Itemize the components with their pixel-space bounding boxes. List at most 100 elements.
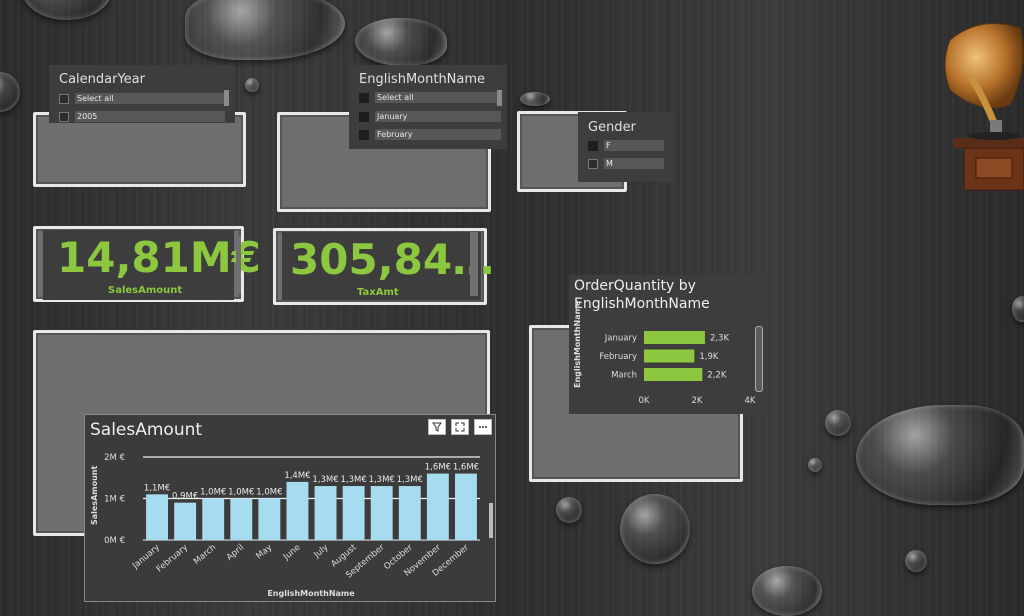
checkbox[interactable] bbox=[359, 92, 369, 103]
sales-amount-chart[interactable]: SalesAmount SalesAmount EnglishMonthName… bbox=[84, 414, 496, 602]
slicer-item-february[interactable]: February bbox=[359, 129, 505, 140]
slicer-item-2005[interactable]: 2005 bbox=[59, 111, 227, 122]
bar[interactable] bbox=[202, 498, 225, 541]
data-label: 1,1M€ bbox=[144, 483, 170, 493]
data-label: 1,0M€ bbox=[256, 488, 282, 498]
bar[interactable] bbox=[230, 498, 253, 541]
data-label: 1,3M€ bbox=[369, 475, 395, 485]
bar[interactable] bbox=[342, 486, 365, 540]
bar[interactable] bbox=[286, 481, 309, 540]
x-tick-label: June bbox=[281, 543, 302, 563]
slicer-item-label: Select all bbox=[377, 93, 414, 102]
water-drop bbox=[245, 78, 259, 92]
water-drop bbox=[808, 458, 822, 472]
slicer-item-label: Select all bbox=[77, 94, 114, 103]
bar[interactable] bbox=[146, 494, 168, 540]
scrollbar[interactable] bbox=[236, 236, 241, 294]
checkbox[interactable] bbox=[588, 140, 598, 151]
water-drop bbox=[905, 550, 927, 572]
data-label: 1,3M€ bbox=[340, 475, 366, 485]
checkbox[interactable] bbox=[59, 111, 69, 122]
month-slicer[interactable]: EnglishMonthName Select all January Febr… bbox=[349, 65, 507, 149]
bar[interactable] bbox=[426, 473, 449, 540]
x-tick-label: March bbox=[192, 543, 218, 567]
sales-amount-plot: SalesAmount EnglishMonthName 2M € 1M € 0M … bbox=[90, 453, 480, 598]
slicer-title: Gender bbox=[588, 120, 636, 135]
data-label: 2,3K bbox=[710, 334, 730, 344]
y-axis-title: SalesAmount bbox=[90, 465, 99, 525]
x-tick-label: 2K bbox=[692, 396, 703, 406]
kpi-card-sales-amount[interactable]: 14,81M€ SalesAmount bbox=[43, 230, 261, 300]
slicer-title: EnglishMonthName bbox=[359, 72, 486, 87]
slicer-item-f[interactable]: F bbox=[588, 140, 670, 151]
scrollbar[interactable] bbox=[755, 326, 763, 392]
bar[interactable] bbox=[644, 349, 695, 363]
kpi-label: TaxAmt bbox=[357, 287, 399, 298]
gender-slicer[interactable]: Gender F M bbox=[578, 112, 674, 182]
bar[interactable] bbox=[258, 498, 281, 541]
data-label: 1,0M€ bbox=[200, 488, 226, 498]
water-drop bbox=[752, 566, 822, 616]
scrollbar[interactable] bbox=[489, 503, 493, 538]
y-tick-label: 1M € bbox=[104, 495, 125, 505]
scrollbar[interactable] bbox=[470, 232, 478, 296]
x-tick-label: 0K bbox=[639, 396, 650, 406]
slicer-item-m[interactable]: M bbox=[588, 158, 670, 169]
scrollbar[interactable] bbox=[497, 90, 502, 106]
water-drop bbox=[0, 72, 20, 112]
y-tick-label: 2M € bbox=[104, 453, 125, 463]
kpi-label: SalesAmount bbox=[108, 285, 183, 296]
x-tick-label: April bbox=[225, 543, 246, 563]
calendar-year-slicer[interactable]: CalendarYear Select all 2005 bbox=[49, 65, 235, 123]
bar[interactable] bbox=[370, 486, 393, 540]
data-label: 1,4M€ bbox=[284, 471, 310, 481]
water-drop bbox=[22, 0, 112, 20]
slicer-title: CalendarYear bbox=[59, 72, 145, 87]
kpi-value: 14,81M€ bbox=[57, 233, 261, 282]
slicer-item-label: 2005 bbox=[77, 112, 98, 121]
slicer-item-select-all[interactable]: Select all bbox=[359, 92, 505, 103]
checkbox[interactable] bbox=[588, 158, 598, 169]
slicer-item-label: January bbox=[377, 112, 408, 121]
scrollbar[interactable] bbox=[224, 90, 229, 106]
water-drop bbox=[620, 494, 690, 564]
data-label: 1,0M€ bbox=[228, 488, 254, 498]
slicer-item-january[interactable]: January bbox=[359, 111, 505, 122]
data-label: 2,2K bbox=[707, 371, 727, 381]
x-tick-label: July bbox=[312, 543, 331, 561]
y-axis-title: EnglishMonthName bbox=[573, 300, 582, 388]
gramophone-image bbox=[944, 23, 1024, 191]
slicer-item-label: February bbox=[377, 130, 413, 139]
y-tick-label: 0M € bbox=[104, 536, 125, 546]
checkbox[interactable] bbox=[359, 129, 369, 140]
slicer-item-select-all[interactable]: Select all bbox=[59, 93, 227, 104]
bar[interactable] bbox=[398, 486, 421, 540]
x-tick-label: 4K bbox=[745, 396, 756, 406]
bar[interactable] bbox=[455, 473, 477, 540]
checkbox[interactable] bbox=[359, 111, 369, 122]
water-drop bbox=[185, 0, 345, 60]
checkbox[interactable] bbox=[59, 93, 69, 104]
bar[interactable] bbox=[644, 331, 705, 344]
data-label: 1,6M€ bbox=[425, 463, 451, 473]
bar[interactable] bbox=[174, 502, 197, 540]
category-label: March bbox=[611, 371, 637, 381]
water-drop bbox=[355, 18, 447, 66]
visual-frame bbox=[33, 112, 246, 187]
data-label: 1,3M€ bbox=[312, 475, 338, 485]
kpi-card-tax-amount[interactable]: 305,84… TaxAmt bbox=[282, 232, 494, 300]
data-label: 1,9K bbox=[699, 352, 719, 362]
slicer-item-label: M bbox=[606, 159, 613, 168]
x-tick-label: May bbox=[254, 543, 274, 562]
kpi-value: 305,84… bbox=[290, 235, 495, 284]
data-label: 1,6M€ bbox=[453, 463, 479, 473]
x-tick-label: February bbox=[155, 543, 190, 575]
water-drop bbox=[1012, 296, 1024, 322]
order-quantity-chart[interactable]: OrderQuantity by EnglishMonthName Englis… bbox=[569, 275, 766, 414]
bar[interactable] bbox=[644, 368, 703, 381]
water-drop bbox=[825, 410, 851, 436]
water-drop bbox=[856, 405, 1024, 505]
x-axis-title: EnglishMonthName bbox=[267, 589, 355, 598]
bar[interactable] bbox=[314, 486, 337, 540]
category-label: February bbox=[599, 352, 637, 362]
